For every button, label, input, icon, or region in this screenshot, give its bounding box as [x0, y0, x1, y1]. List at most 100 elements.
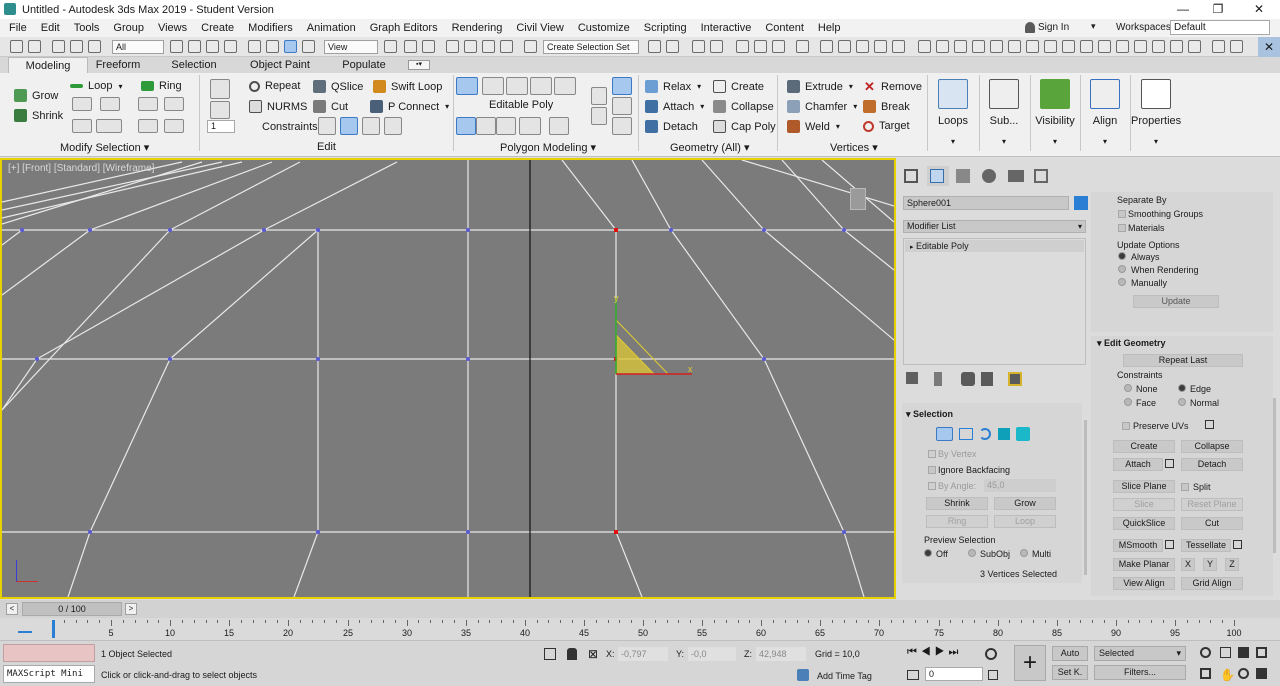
viewport[interactable]: y x [+] [Front] [Standard] [Wireframe]: [0, 158, 896, 599]
a360-gallery-icon[interactable]: [892, 40, 905, 53]
time-tag-icon[interactable]: [797, 669, 809, 681]
window-crossing-icon[interactable]: [224, 40, 237, 53]
material-editor-icon[interactable]: [796, 40, 809, 53]
constraint-normal-icon[interactable]: [384, 117, 402, 135]
menu-views[interactable]: Views: [151, 22, 194, 34]
menu-tools[interactable]: Tools: [67, 22, 107, 34]
vertices-panel[interactable]: Vertices ▾: [830, 141, 878, 154]
preserve-uvs-checkbox[interactable]: [1122, 422, 1130, 430]
element-mode-icon[interactable]: [554, 77, 576, 95]
weld-button[interactable]: Weld ▾: [787, 120, 840, 133]
planar-y-button[interactable]: Y: [1203, 558, 1217, 571]
shrink-button[interactable]: Shrink: [14, 109, 63, 122]
link-icon[interactable]: [52, 40, 65, 53]
subdivision-button[interactable]: Sub... ▾: [981, 77, 1027, 146]
utilities-tab-icon[interactable]: [1031, 166, 1053, 186]
ring-button[interactable]: Ring: [926, 515, 988, 528]
slice-plane-button[interactable]: Slice Plane: [1113, 480, 1175, 493]
planar-z-button[interactable]: Z: [1225, 558, 1239, 571]
properties-button[interactable]: Properties ▾: [1131, 77, 1181, 146]
p-connect-button[interactable]: P Connect ▾: [370, 100, 449, 113]
menu-edit[interactable]: Edit: [34, 22, 67, 34]
object-name-field[interactable]: Sphere001: [903, 196, 1069, 210]
border-mode-icon[interactable]: [979, 428, 991, 440]
loop-button[interactable]: Loop: [994, 515, 1056, 528]
populate-icon[interactable]: [1152, 40, 1165, 53]
by-angle-checkbox[interactable]: [928, 482, 936, 490]
close-button[interactable]: ✕: [1242, 0, 1276, 19]
quickslice-button[interactable]: QuickSlice: [1113, 517, 1175, 530]
rotate-icon[interactable]: [266, 40, 279, 53]
preview-multi-radio[interactable]: [1020, 549, 1028, 557]
prev-frame-button[interactable]: <: [6, 603, 18, 615]
mirror-icon[interactable]: [648, 40, 661, 53]
render-icon[interactable]: [1170, 40, 1183, 53]
reset-plane-button[interactable]: Reset Plane: [1181, 498, 1243, 511]
chamfer-button[interactable]: Chamfer ▾: [787, 100, 857, 113]
timeline-ruler[interactable]: 5 10 15 20 25 30 35 40 45 50 55 60 65 70 75 80 85 90 95 100: [52, 620, 1242, 638]
workspaces-select[interactable]: Default: [1170, 20, 1270, 35]
remove-button[interactable]: ✕ Remove: [863, 80, 922, 93]
tab-object-paint[interactable]: Object Paint: [246, 57, 314, 73]
menu-modifiers[interactable]: Modifiers: [241, 22, 300, 34]
preserve-uvs-icon[interactable]: [210, 79, 230, 99]
vertex-mode-icon[interactable]: [456, 77, 478, 95]
helper-icon[interactable]: [1098, 40, 1111, 53]
pin-stack-icon[interactable]: [906, 372, 918, 384]
unlink-icon[interactable]: [70, 40, 83, 53]
rendered-frame-icon[interactable]: [838, 40, 851, 53]
menu-interactive[interactable]: Interactive: [694, 22, 759, 34]
edge-mode-icon[interactable]: [959, 428, 973, 440]
geometry-all-panel[interactable]: Geometry (All) ▾: [670, 141, 749, 154]
attach-settings-icon[interactable]: [1165, 459, 1174, 468]
make-unique-icon[interactable]: [961, 372, 975, 386]
sign-in-button[interactable]: Sign In: [1038, 22, 1069, 33]
nurms-button[interactable]: NURMS: [249, 100, 307, 113]
constraint-none-radio[interactable]: [1124, 384, 1132, 392]
motion-tab-icon[interactable]: [979, 166, 1001, 186]
menu-animation[interactable]: Animation: [300, 22, 363, 34]
selection-filter-select[interactable]: All: [112, 40, 164, 54]
move-icon[interactable]: [248, 40, 261, 53]
loop-button[interactable]: Loop ▾: [70, 80, 123, 92]
by-vertex-checkbox[interactable]: [928, 450, 936, 458]
layer-explorer-icon[interactable]: [710, 40, 723, 53]
tessellate-settings-icon[interactable]: [1233, 540, 1242, 549]
scale-icon[interactable]: [284, 40, 297, 53]
constraint-normal-radio[interactable]: [1178, 398, 1186, 406]
schematic-view-icon[interactable]: [772, 40, 785, 53]
constraint-face-icon[interactable]: [362, 117, 380, 135]
sun-icon[interactable]: [1008, 40, 1021, 53]
ribbon-options-icon[interactable]: ▪▾: [408, 60, 430, 70]
menu-rendering[interactable]: Rendering: [445, 22, 510, 34]
command-panel-scrollbar[interactable]: [1273, 398, 1276, 553]
slice-button[interactable]: Slice: [1113, 498, 1175, 511]
update-button[interactable]: Update: [1133, 295, 1219, 308]
smoothing-groups-checkbox[interactable]: [1118, 210, 1126, 218]
bind-space-warp-icon[interactable]: [88, 40, 101, 53]
planar-x-button[interactable]: X: [1181, 558, 1195, 571]
constraint-edge-icon[interactable]: [340, 117, 358, 135]
settings-icon[interactable]: [1230, 40, 1243, 53]
curve-editor-mini-icon[interactable]: [18, 623, 32, 633]
system-icon[interactable]: [1134, 40, 1147, 53]
edit-geometry-title[interactable]: ▾ Edit Geometry: [1097, 338, 1166, 349]
curve-editor-icon[interactable]: [754, 40, 767, 53]
visibility-button[interactable]: Visibility ▾: [1032, 77, 1078, 146]
next-modifier-icon[interactable]: [591, 107, 607, 125]
shrink-button[interactable]: Shrink: [926, 497, 988, 510]
update-rendering-radio[interactable]: [1118, 265, 1126, 273]
preview-subobj-radio[interactable]: [968, 549, 976, 557]
edge-mode-icon[interactable]: [482, 77, 504, 95]
timeline[interactable]: 5 10 15 20 25 30 35 40 45 50 55 60 65 70 75 80 85 90 95 100: [0, 618, 1280, 640]
place-icon[interactable]: [302, 40, 315, 53]
tab-modeling[interactable]: Modeling: [8, 57, 88, 73]
scene-explorer-icon[interactable]: [692, 40, 705, 53]
menu-graph-editors[interactable]: Graph Editors: [363, 22, 445, 34]
time-cursor[interactable]: [52, 620, 55, 638]
ribbon-toggle-icon[interactable]: [736, 40, 749, 53]
ignore-backfacing-checkbox[interactable]: [928, 466, 936, 474]
attach-button[interactable]: Attach: [1113, 458, 1163, 471]
align-button[interactable]: Align ▾: [1082, 77, 1128, 146]
next-frame-button[interactable]: >: [125, 603, 137, 615]
